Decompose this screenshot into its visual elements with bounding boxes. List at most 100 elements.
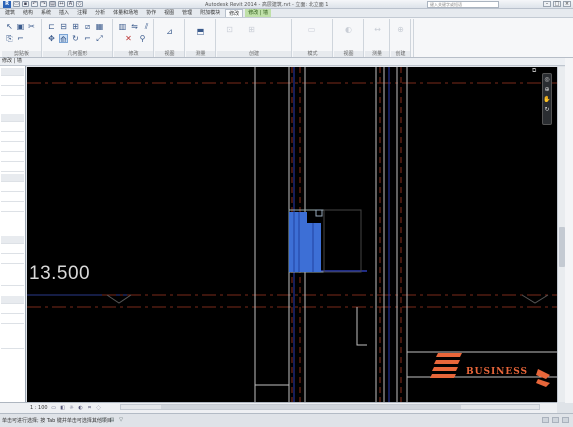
app-logo-icon[interactable]: R: [3, 0, 11, 8]
property-row[interactable]: [1, 306, 24, 314]
dimension-icon[interactable]: ↔: [373, 25, 382, 34]
offset-icon[interactable]: ⟰: [59, 34, 68, 44]
undo-icon[interactable]: ↶: [31, 1, 38, 7]
tab-structure[interactable]: 结构: [20, 9, 36, 17]
drawing-viewport[interactable]: 13.500 ⧉ ◎ ⊕ ✋ ↻ BUSINESS: [27, 67, 557, 402]
move-icon[interactable]: ✥: [47, 34, 56, 43]
pan-icon[interactable]: ✋: [543, 96, 551, 104]
tab-view[interactable]: 视图: [161, 9, 177, 17]
tab-modify[interactable]: 修改: [225, 9, 244, 17]
property-row[interactable]: [1, 144, 24, 152]
property-row[interactable]: [1, 174, 24, 182]
select-links-icon[interactable]: [542, 417, 549, 423]
property-row[interactable]: [1, 194, 24, 202]
viewport-restore-icon[interactable]: ⧉: [532, 67, 536, 75]
trim-icon[interactable]: ⌐: [83, 34, 92, 43]
split-icon[interactable]: ⫽: [142, 22, 151, 31]
select-pinned-icon[interactable]: [552, 417, 559, 423]
cut-icon[interactable]: ✂: [27, 22, 36, 31]
property-row[interactable]: [1, 154, 24, 162]
print-icon[interactable]: ▤: [49, 1, 56, 7]
property-row[interactable]: [1, 204, 24, 212]
ribbon-group-geometry: ⊏ ⊟ ⊞ ⧄ ▦ ✥ ⟰ ↻ ⌐ ⤢ 几何图形: [43, 19, 113, 57]
tab-manage[interactable]: 管理: [179, 9, 195, 17]
cope-icon[interactable]: ⊏: [47, 22, 56, 31]
property-row[interactable]: [1, 236, 24, 244]
navigation-wheel-icon[interactable]: ◎: [543, 76, 551, 84]
rotate-icon[interactable]: ↻: [71, 34, 80, 43]
create-icon[interactable]: ⊡: [225, 25, 234, 34]
hide-element-icon[interactable]: ◌: [96, 405, 102, 411]
property-row[interactable]: [1, 278, 24, 286]
property-row[interactable]: [1, 316, 24, 324]
design-options-icon[interactable]: ▤: [109, 417, 115, 423]
property-row[interactable]: [1, 88, 24, 96]
create-similar-icon[interactable]: ⊕: [396, 25, 405, 34]
property-row[interactable]: [1, 124, 24, 132]
close-icon[interactable]: ×: [563, 1, 571, 7]
view-icon[interactable]: ⊿: [165, 27, 174, 36]
property-row[interactable]: [1, 341, 24, 349]
view-scale[interactable]: 1 : 100: [30, 405, 48, 411]
crop-icon[interactable]: ⌗: [87, 405, 93, 411]
filter-icon[interactable]: ▽: [118, 417, 124, 423]
save-icon[interactable]: ▪: [22, 1, 29, 7]
brand-watermark: BUSINESS: [410, 349, 555, 389]
property-row[interactable]: [1, 184, 24, 192]
tab-massing[interactable]: 体量和场地: [110, 9, 141, 17]
tab-analyze[interactable]: 分析: [92, 9, 108, 17]
ribbon-group-label: 模式: [293, 51, 332, 57]
orbit-icon[interactable]: ↻: [543, 106, 551, 114]
maximize-icon[interactable]: □: [553, 1, 561, 7]
split-face-icon[interactable]: ⧄: [83, 22, 92, 31]
detail-level-icon[interactable]: ▭: [51, 405, 57, 411]
cut-geometry-icon[interactable]: ⊟: [59, 22, 68, 31]
tab-insert[interactable]: 插入: [56, 9, 72, 17]
property-row[interactable]: [1, 296, 24, 304]
3d-view-icon[interactable]: ◇: [76, 1, 83, 7]
scale-icon[interactable]: ⤢: [95, 34, 104, 43]
select-underlay-icon[interactable]: [562, 417, 569, 423]
zoom-icon[interactable]: ⊕: [543, 86, 551, 94]
create-group-icon[interactable]: ⊞: [247, 25, 256, 34]
tab-architecture[interactable]: 建筑: [2, 9, 18, 17]
tab-modify-walls[interactable]: 修改 | 墙: [245, 9, 272, 17]
minimize-icon[interactable]: –: [543, 1, 551, 7]
property-row[interactable]: [1, 246, 24, 254]
tab-addins[interactable]: 附加模块: [197, 9, 223, 17]
modify-select-icon[interactable]: ↖: [5, 22, 14, 31]
measure-tool-icon[interactable]: ⬒: [196, 27, 205, 36]
visual-style-icon[interactable]: ◧: [60, 405, 66, 411]
open-icon[interactable]: ▭: [13, 1, 20, 7]
pin-icon[interactable]: ⚲: [138, 34, 147, 43]
tab-collaborate[interactable]: 协作: [143, 9, 159, 17]
mirror-icon[interactable]: ⇋: [130, 22, 139, 31]
measure-icon[interactable]: ↔: [58, 1, 65, 7]
edit-profile-icon[interactable]: ▭: [307, 25, 316, 34]
property-row[interactable]: [1, 134, 24, 142]
sun-path-icon[interactable]: ☼: [69, 405, 75, 411]
tab-systems[interactable]: 系统: [38, 9, 54, 17]
redo-icon[interactable]: ↷: [40, 1, 47, 7]
text-icon[interactable]: A: [67, 1, 74, 7]
shadows-icon[interactable]: ◐: [78, 405, 84, 411]
vertical-scrollbar[interactable]: [557, 67, 565, 402]
property-row[interactable]: [1, 256, 24, 264]
property-row[interactable]: [1, 68, 24, 76]
property-row[interactable]: [1, 164, 24, 172]
property-row[interactable]: [1, 114, 24, 122]
horizontal-scrollbar[interactable]: [120, 404, 540, 410]
join-icon[interactable]: ⊞: [71, 22, 80, 31]
match-icon[interactable]: ⌐: [16, 34, 25, 43]
paint-icon[interactable]: ▦: [95, 22, 104, 31]
delete-icon[interactable]: ✕: [124, 34, 133, 43]
hide-icon[interactable]: ◐: [344, 25, 353, 34]
scrollbar-thumb[interactable]: [161, 405, 461, 409]
array-icon[interactable]: ▥: [118, 22, 127, 31]
worksets-icon[interactable]: ◫: [100, 417, 106, 423]
copy-icon[interactable]: ⎘: [5, 34, 14, 43]
paste-icon[interactable]: ▣: [16, 22, 25, 31]
search-input[interactable]: 键入关键字或短语: [427, 1, 499, 8]
property-row[interactable]: [1, 78, 24, 86]
tab-annotate[interactable]: 注释: [74, 9, 90, 17]
